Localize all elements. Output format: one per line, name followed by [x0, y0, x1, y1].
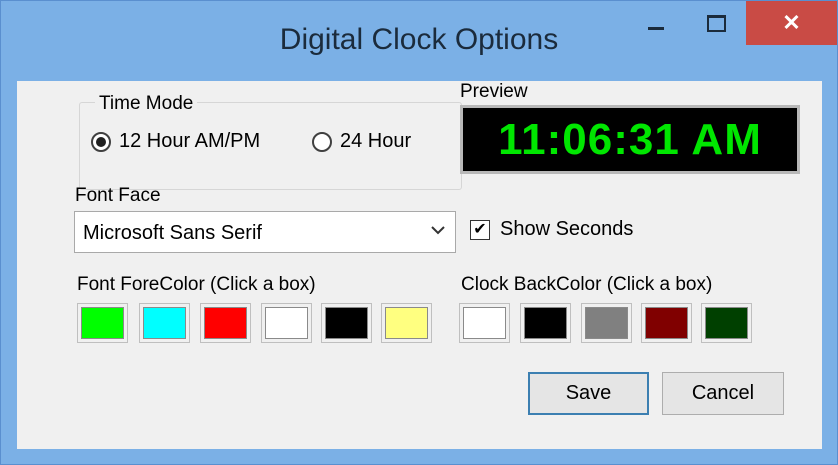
forecolor-swatch-cyan[interactable] [139, 303, 190, 343]
cancel-button[interactable]: Cancel [662, 372, 784, 415]
swatch-color [524, 307, 567, 339]
backcolor-swatch-gray[interactable] [581, 303, 632, 343]
preview-time: 11:06:31 AM [498, 114, 762, 164]
radio-24-hour[interactable]: 24 Hour [312, 130, 411, 153]
radio-selected-dot [96, 136, 106, 147]
swatch-color [143, 307, 186, 339]
radio-12-hour-circle[interactable] [91, 131, 111, 152]
time-mode-label: Time Mode [95, 93, 198, 115]
swatch-color [81, 307, 124, 339]
radio-24-hour-circle[interactable] [312, 131, 332, 152]
backcolor-label: Clock BackColor (Click a box) [461, 274, 713, 295]
swatch-color [705, 307, 748, 339]
forecolor-swatch-green[interactable] [77, 303, 128, 343]
forecolor-swatch-white[interactable] [261, 303, 312, 343]
swatch-color [585, 307, 628, 339]
swatch-color [463, 307, 506, 339]
clock-preview: 11:06:31 AM [460, 105, 800, 174]
backcolor-swatch-white[interactable] [459, 303, 510, 343]
forecolor-swatch-yellow[interactable] [381, 303, 432, 343]
radio-24-hour-label[interactable]: 24 Hour [340, 130, 411, 153]
radio-12-hour[interactable]: 12 Hour AM/PM [91, 130, 260, 153]
minimize-button[interactable] [634, 1, 678, 45]
font-face-label: Font Face [75, 185, 161, 206]
show-seconds-label[interactable]: Show Seconds [500, 218, 633, 241]
swatch-color [204, 307, 247, 339]
radio-12-hour-label[interactable]: 12 Hour AM/PM [119, 130, 260, 153]
checkbox-box[interactable]: ✔ [470, 219, 490, 240]
show-seconds-checkbox[interactable]: ✔ Show Seconds [470, 218, 633, 241]
forecolor-swatch-red[interactable] [200, 303, 251, 343]
swatch-color [385, 307, 428, 339]
swatch-color [325, 307, 368, 339]
swatch-color [265, 307, 308, 339]
minimize-icon [648, 26, 664, 30]
font-face-select[interactable]: Microsoft Sans Serif [74, 211, 456, 253]
checkmark-icon: ✔ [473, 220, 487, 238]
save-button[interactable]: Save [528, 372, 649, 415]
close-icon: ✕ [782, 10, 801, 35]
forecolor-label: Font ForeColor (Click a box) [77, 274, 316, 295]
backcolor-swatch-maroon[interactable] [641, 303, 692, 343]
close-button[interactable]: ✕ [746, 1, 837, 45]
dialog-client-area: Time Mode 12 Hour AM/PM 24 Hour Preview … [17, 81, 822, 449]
swatch-color [645, 307, 688, 339]
backcolor-swatch-black[interactable] [520, 303, 571, 343]
chevron-down-icon[interactable] [431, 222, 445, 240]
maximize-button[interactable] [691, 1, 741, 45]
title-bar[interactable]: Digital Clock Options ✕ [1, 1, 837, 81]
maximize-icon [706, 14, 726, 32]
dialog-window: Digital Clock Options ✕ Time Mode 12 Hou… [0, 0, 838, 465]
font-face-value: Microsoft Sans Serif [83, 222, 262, 244]
preview-label: Preview [460, 81, 528, 102]
forecolor-swatch-black[interactable] [321, 303, 372, 343]
backcolor-swatch-dark-green[interactable] [701, 303, 752, 343]
